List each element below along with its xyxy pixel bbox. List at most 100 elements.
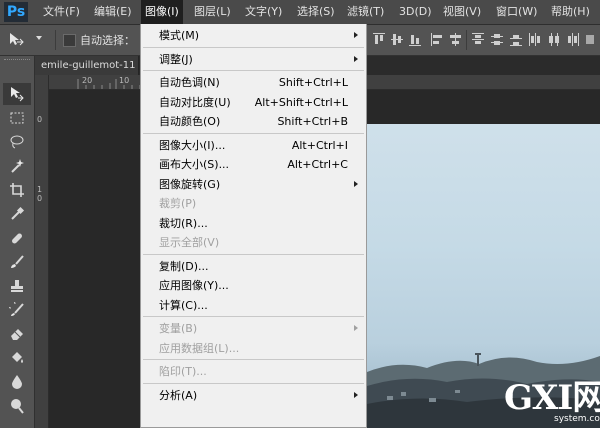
menu-item-label: 计算(C)... (159, 298, 208, 312)
tool-blur[interactable] (3, 371, 31, 393)
image-menu-item[interactable]: 自动色调(N) Shift+Ctrl+L (141, 73, 366, 92)
menu-item-label: 分析(A) (159, 388, 198, 402)
lasso-tool-icon (10, 135, 24, 149)
photoshop-logo: Ps (4, 2, 28, 22)
image-menu-item: 陷印(T)... (141, 362, 366, 381)
tool-paint-bucket[interactable] (3, 347, 31, 369)
menu-item-label: 应用图像(Y)... (159, 279, 229, 292)
menu-separator (143, 316, 364, 317)
distribute-vertical-centers-icon[interactable] (491, 33, 503, 46)
menu-item-label: 自动对比度(U) (159, 95, 231, 109)
image-menu-item[interactable]: 自动颜色(O) Shift+Ctrl+B (141, 112, 366, 131)
distribute-top-edges-icon[interactable] (472, 33, 484, 46)
image-menu-item[interactable]: 图像旋转(G) (141, 175, 366, 194)
ruler-label: 0 (37, 194, 43, 203)
tool-clone-stamp[interactable] (3, 275, 31, 297)
menu-item-label: 显示全部(V) (159, 236, 220, 249)
tools-panel (0, 56, 35, 428)
auto-align-layers-icon[interactable] (586, 33, 598, 46)
menu-separator (143, 46, 364, 48)
watermark: GXI网 system.com (500, 378, 600, 428)
watermark-subtext: system.com (554, 414, 600, 424)
divider (466, 30, 467, 50)
document-tab[interactable]: emile-guillemot-11 (35, 56, 139, 75)
menu-help[interactable]: 帮助(H) (551, 0, 590, 24)
vertical-ruler[interactable]: 0 1 0 (35, 75, 49, 428)
dodge-tool-icon (11, 399, 24, 414)
submenu-arrow-icon (354, 391, 358, 398)
menu-item-label: 陷印(T)... (159, 365, 207, 378)
tool-history-brush[interactable] (3, 299, 31, 321)
image-menu-item[interactable]: 调整(J) (141, 50, 366, 69)
panel-grip[interactable] (4, 59, 30, 63)
submenu-arrow-icon (354, 180, 358, 187)
menu-item-label: 模式(M) (159, 29, 200, 42)
menu-view[interactable]: 视图(V) (443, 0, 481, 24)
menu-item-label: 应用数据组(L)... (159, 341, 240, 355)
menu-separator (143, 382, 364, 384)
image-menu-dropdown: 模式(M) 调整(J) 自动色调(N) Shift+Ctrl+L 自动对比度(U) Alt… (140, 24, 367, 428)
tool-eraser[interactable] (3, 323, 31, 345)
menu-window[interactable]: 窗口(W) (496, 0, 537, 24)
image-menu-item[interactable]: 自动对比度(U) Alt+Shift+Ctrl+L (141, 93, 366, 112)
menu-file[interactable]: 文件(F) (43, 0, 80, 24)
align-top-edges-icon[interactable] (373, 33, 385, 46)
menu-item-shortcut: Shift+Ctrl+L (278, 76, 348, 89)
brush-tool-icon (11, 255, 24, 268)
tool-lasso[interactable] (3, 131, 31, 153)
align-left-edges-icon[interactable] (431, 33, 443, 46)
menu-filter[interactable]: 滤镜(T) (347, 0, 384, 24)
clone-stamp-tool-icon (11, 280, 23, 292)
menu-edit[interactable]: 编辑(E) (94, 0, 132, 24)
watermark-text: GXI网 (504, 378, 600, 418)
tool-crop[interactable] (3, 179, 31, 201)
distribute-horizontal-centers-icon[interactable] (548, 33, 560, 46)
paint-bucket-tool-icon (12, 352, 23, 363)
image-menu-item[interactable]: 画布大小(S)... Alt+Ctrl+C (141, 155, 366, 174)
image-menu-item[interactable]: 模式(M) (141, 26, 366, 45)
divider (55, 30, 56, 50)
image-menu-item: 裁剪(P) (141, 194, 366, 213)
history-brush-tool-icon (9, 302, 24, 316)
menu-item-label: 裁剪(P) (159, 197, 197, 210)
menu-3d[interactable]: 3D(D) (399, 0, 432, 24)
tool-move[interactable] (3, 83, 31, 105)
tool-healing-brush[interactable] (3, 227, 31, 249)
menu-item-label: 画布大小(S)... (159, 158, 230, 171)
tool-eyedropper[interactable] (3, 203, 31, 225)
tool-marquee[interactable] (3, 107, 31, 129)
tool-preset-picker[interactable] (6, 30, 50, 50)
image-menu-item[interactable]: 分析(A) (141, 386, 366, 405)
align-horizontal-centers-icon[interactable] (449, 33, 461, 46)
align-vertical-centers-icon[interactable] (391, 33, 403, 46)
menu-item-label: 变量(B) (159, 322, 198, 335)
auto-select-label: 自动选择： (80, 34, 135, 47)
menu-item-label: 自动色调(N) (159, 76, 220, 89)
image-menu-item[interactable]: 计算(C)... (141, 296, 366, 315)
submenu-arrow-icon (354, 55, 358, 62)
menu-layer[interactable]: 图层(L) (194, 0, 231, 24)
menu-select[interactable]: 选择(S) (297, 0, 335, 24)
align-bottom-edges-icon[interactable] (409, 33, 421, 46)
tool-brush[interactable] (3, 251, 31, 273)
image-menu-item[interactable]: 复制(D)... (141, 257, 366, 276)
menu-item-label: 复制(D)... (159, 259, 209, 273)
tool-magic-wand[interactable] (3, 155, 31, 177)
menu-item-shortcut: Alt+Ctrl+I (291, 138, 348, 152)
image-menu-item[interactable]: 应用图像(Y)... (141, 276, 366, 295)
tool-dodge[interactable] (3, 395, 31, 417)
distribute-right-edges-icon[interactable] (567, 33, 579, 46)
menu-type[interactable]: 文字(Y) (245, 0, 282, 24)
menu-image[interactable]: 图像(I) (141, 0, 183, 24)
menu-item-shortcut: Alt+Shift+Ctrl+L (254, 95, 348, 109)
auto-select-checkbox[interactable] (63, 34, 76, 47)
distribute-left-edges-icon[interactable] (529, 33, 541, 46)
menu-item-label: 调整(J) (159, 52, 193, 66)
image-menu-item[interactable]: 裁切(R)... (141, 214, 366, 233)
blur-tool-icon (12, 375, 22, 389)
image-menu-item[interactable]: 图像大小(I)... Alt+Ctrl+I (141, 136, 366, 155)
ruler-label: 1 (37, 185, 43, 194)
eyedropper-tool-icon (11, 206, 25, 220)
distribute-bottom-edges-icon[interactable] (510, 33, 522, 46)
image-menu-item: 变量(B) (141, 319, 366, 338)
